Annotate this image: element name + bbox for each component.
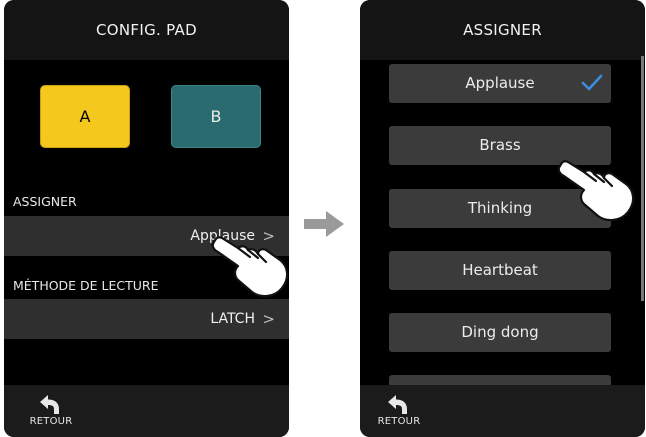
assigner-label: ASSIGNER	[13, 194, 77, 209]
back-button[interactable]: RETOUR	[26, 393, 76, 433]
back-label: RETOUR	[377, 416, 421, 427]
footer-bar: RETOUR	[4, 385, 289, 437]
method-row[interactable]: LATCH >	[4, 299, 289, 339]
back-label: RETOUR	[29, 416, 73, 427]
list-item-ding-dong[interactable]: Ding dong	[389, 313, 611, 352]
right-arrow-icon	[304, 211, 344, 237]
scrollbar[interactable]	[641, 56, 644, 301]
screen-title: CONFIG. PAD	[4, 0, 289, 60]
method-value: LATCH	[210, 311, 255, 327]
pad-b-button[interactable]: B	[171, 85, 261, 148]
pad-a-button[interactable]: A	[40, 85, 130, 148]
pointing-hand-icon	[557, 160, 635, 222]
config-pad-screen: CONFIG. PAD A B ASSIGNER Applause > MÉTH…	[4, 0, 289, 437]
back-arrow-icon	[40, 395, 59, 414]
method-label: MÉTHODE DE LECTURE	[13, 278, 159, 293]
checkmark-icon	[581, 74, 603, 91]
chevron-right-icon: >	[262, 310, 275, 328]
footer-bar: RETOUR	[360, 385, 645, 437]
pointing-hand-icon	[211, 236, 289, 298]
list-item-label: Applause	[465, 74, 535, 92]
screen-title: ASSIGNER	[360, 0, 645, 60]
list-item-heartbeat[interactable]: Heartbeat	[389, 251, 611, 290]
back-arrow-icon	[388, 395, 407, 414]
list-item-applause[interactable]: Applause	[389, 64, 611, 103]
back-button[interactable]: RETOUR	[374, 393, 424, 433]
